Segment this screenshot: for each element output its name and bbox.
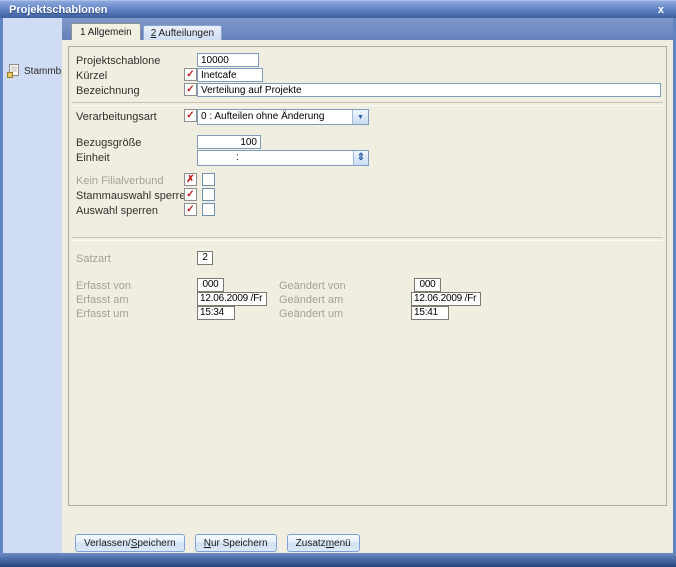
auswahl-edit-check-icon[interactable]: ✓: [184, 203, 197, 216]
separator: [72, 102, 663, 106]
separator: [72, 237, 663, 241]
erfasst-von-label: Erfasst von: [76, 280, 132, 292]
close-icon[interactable]: x: [655, 3, 667, 17]
kuerzel-label: Kürzel: [76, 70, 108, 82]
zusatzmenu-button[interactable]: Zusatzmenü: [286, 534, 360, 552]
einheit-label: Einheit: [76, 152, 110, 164]
kein-filialverbund-edit-cross-icon[interactable]: ✗: [184, 173, 197, 186]
erfasst-am-label: Erfasst am: [76, 294, 129, 306]
geaendert-am-label: Geändert am: [279, 294, 344, 306]
bezeichnung-label: Bezeichnung: [76, 85, 140, 97]
chevron-down-icon: ▼: [357, 113, 364, 121]
window-border-bottom: [0, 553, 676, 567]
window-titlebar: Projektschablonen x: [0, 0, 676, 18]
geaendert-von-value: 000: [414, 278, 441, 292]
stammauswahl-sperren-label: Stammauswahl sperren: [76, 190, 192, 202]
verarbeitungsart-label: Verarbeitungsart: [76, 111, 157, 123]
tab-allgemein[interactable]: 1 Allgemein: [71, 23, 141, 40]
nur-speichern-button[interactable]: Nur Speichern: [194, 534, 277, 552]
up-down-arrow-icon: ⇕: [356, 152, 366, 163]
projektschablone-label: Projektschablone: [76, 55, 161, 67]
main-area: 1 Allgemein 2 Aufteilungen Projektschabl…: [62, 18, 673, 553]
geaendert-am-value: 12.06.2009 /Fr: [411, 292, 481, 306]
auswahl-sperren-label: Auswahl sperren: [76, 205, 158, 217]
form-page-icon: [7, 64, 20, 78]
verarbeitungsart-edit-check-icon[interactable]: ✓: [184, 109, 197, 122]
kuerzel-edit-check-icon[interactable]: ✓: [184, 68, 197, 81]
einheit-select[interactable]: : ⇕: [197, 150, 369, 166]
tab-aufteilungen[interactable]: 2 Aufteilungen: [142, 25, 223, 40]
geaendert-um-label: Geändert um: [279, 308, 344, 320]
window-title: Projektschablonen: [9, 3, 108, 16]
bezugsgroesse-label: Bezugsgröße: [76, 137, 142, 149]
bezeichnung-input[interactable]: [197, 83, 661, 97]
erfasst-um-label: Erfasst um: [76, 308, 129, 320]
erfasst-am-value: 12.06.2009 /Fr: [197, 292, 267, 306]
tab-bar: 1 Allgemein 2 Aufteilungen: [62, 18, 673, 40]
auswahl-sperren-checkbox[interactable]: [202, 203, 215, 216]
bezeichnung-edit-check-icon[interactable]: ✓: [184, 83, 197, 96]
footer-button-row: Verlassen/Speichern Nur Speichern Zusatz…: [75, 534, 360, 552]
stammauswahl-edit-check-icon[interactable]: ✓: [184, 188, 197, 201]
erfasst-um-value: 15:34: [197, 306, 235, 320]
geaendert-von-label: Geändert von: [279, 280, 346, 292]
erfasst-von-value: 000: [197, 278, 224, 292]
satzart-label: Satzart: [76, 253, 111, 265]
satzart-value: 2: [197, 251, 213, 265]
verarbeitungsart-select[interactable]: 0 : Aufteilen ohne Änderung ▼: [197, 109, 369, 125]
bezugsgroesse-input[interactable]: [197, 135, 261, 149]
einheit-value: :: [236, 152, 239, 163]
kein-filialverbund-label: Kein Filialverbund: [76, 175, 164, 187]
einheit-spinner-button[interactable]: ⇕: [353, 151, 368, 165]
kuerzel-input[interactable]: [197, 68, 263, 82]
projektschablone-input[interactable]: [197, 53, 259, 67]
sidebar: Stammblatt: [3, 18, 75, 553]
kein-filialverbund-checkbox[interactable]: [202, 173, 215, 186]
form-panel: Projektschablone Kürzel ✓ Bezeichnung ✓ …: [68, 46, 667, 506]
sidebar-item-stammblatt[interactable]: Stammblatt: [3, 64, 75, 78]
geaendert-um-value: 15:41: [411, 306, 449, 320]
verarbeitungsart-value: 0 : Aufteilen ohne Änderung: [201, 111, 325, 122]
projektschablonen-window: Projektschablonen x Stammblatt 1 Allgeme: [0, 0, 676, 567]
stammauswahl-sperren-checkbox[interactable]: [202, 188, 215, 201]
verlassen-speichern-button[interactable]: Verlassen/Speichern: [75, 534, 185, 552]
verarbeitungsart-dropdown-button[interactable]: ▼: [352, 110, 368, 124]
